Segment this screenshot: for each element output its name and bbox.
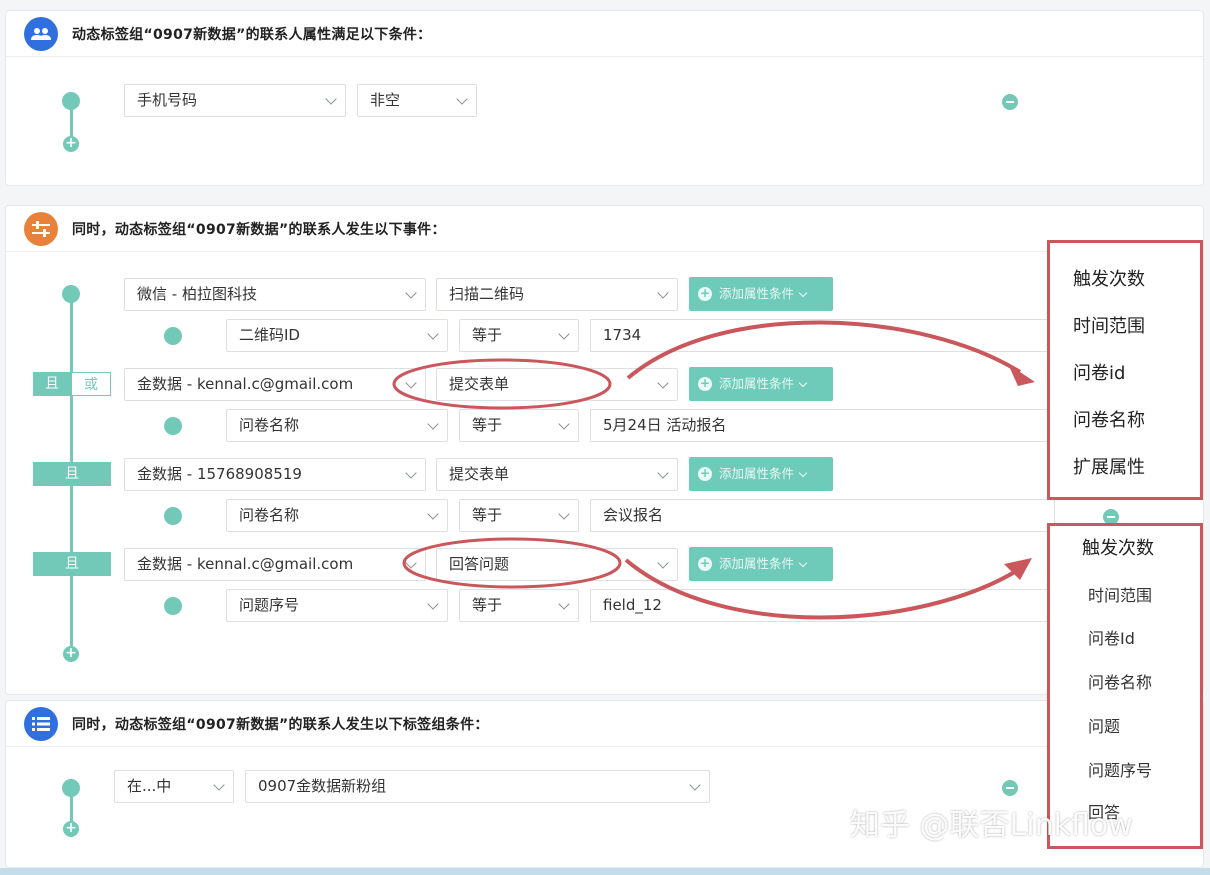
chevron-down-icon	[427, 508, 439, 520]
list-item: 问卷Id	[1088, 629, 1135, 648]
event-source-select[interactable]: 金数据 - 15768908519	[124, 458, 426, 491]
tag-group-select[interactable]: 0907金数据新粉组	[245, 770, 710, 803]
chevron-down-icon	[657, 377, 669, 389]
chevron-down-icon	[657, 287, 669, 299]
add-attribute-condition-button[interactable]: + 添加属性条件	[689, 367, 833, 401]
event-type-select[interactable]: 提交表单	[436, 368, 678, 401]
watermark-text: 知乎 @联否Linkflow	[850, 808, 1133, 843]
list-item: 问卷名称	[1073, 410, 1145, 431]
condition-value-input[interactable]: 5月24日 活动报名	[590, 409, 1055, 442]
condition-attribute-select[interactable]: 问卷名称	[226, 499, 448, 532]
chevron-down-icon	[798, 558, 808, 568]
card-header: 动态标签组“0907新数据”的联系人属性满足以下条件：	[6, 11, 1203, 57]
logic-and-toggle[interactable]: 且	[33, 372, 71, 396]
plus-icon: +	[698, 556, 712, 571]
condition-value-input[interactable]: 1734	[590, 319, 1055, 352]
logic-and-toggle[interactable]: 且	[33, 552, 111, 576]
timeline-node	[62, 285, 80, 303]
condition-node	[164, 597, 182, 615]
chevron-down-icon	[405, 467, 417, 479]
logic-and-toggle[interactable]: 且	[33, 462, 111, 486]
chevron-down-icon	[798, 378, 808, 388]
list-item: 问卷id	[1073, 363, 1126, 384]
list-item: 触发次数	[1082, 538, 1154, 559]
operator-select[interactable]: 非空	[357, 84, 477, 117]
chevron-down-icon	[325, 93, 337, 105]
attribute-select[interactable]: 手机号码	[124, 84, 346, 117]
chevron-down-icon	[558, 418, 570, 430]
list-item: 时间范围	[1073, 316, 1145, 337]
timeline-node	[62, 779, 80, 797]
condition-node	[164, 327, 182, 345]
list-icon	[24, 706, 58, 741]
chevron-down-icon	[798, 468, 808, 478]
event-type-select[interactable]: 扫描二维码	[436, 278, 678, 311]
chevron-down-icon	[427, 418, 439, 430]
card-header: 同时，动态标签组“0907新数据”的联系人发生以下事件：	[6, 206, 1203, 252]
add-condition-plus-icon[interactable]: +	[63, 821, 79, 837]
chevron-down-icon	[405, 377, 417, 389]
chevron-down-icon	[798, 288, 808, 298]
chevron-down-icon	[657, 467, 669, 479]
list-item: 扩展属性	[1073, 457, 1145, 478]
list-item: 问题	[1088, 717, 1121, 736]
condition-node	[164, 417, 182, 435]
remove-condition-minus-icon[interactable]	[1002, 780, 1018, 796]
condition-operator-select[interactable]: 等于	[459, 319, 579, 352]
card-title: 动态标签组“0907新数据”的联系人属性满足以下条件：	[72, 26, 432, 43]
membership-operator-select[interactable]: 在...中	[114, 770, 234, 803]
chevron-down-icon	[427, 598, 439, 610]
add-attribute-condition-button[interactable]: + 添加属性条件	[689, 547, 833, 581]
chevron-down-icon	[456, 93, 468, 105]
card-title: 同时，动态标签组“0907新数据”的联系人发生以下事件：	[72, 221, 446, 238]
condition-attribute-select[interactable]: 问卷名称	[226, 409, 448, 442]
list-item: 问卷名称	[1088, 673, 1153, 692]
condition-operator-select[interactable]: 等于	[459, 409, 579, 442]
card-title: 同时，动态标签组“0907新数据”的联系人发生以下标签组条件：	[72, 716, 489, 733]
add-attribute-condition-button[interactable]: + 添加属性条件	[689, 277, 833, 311]
chevron-down-icon	[558, 598, 570, 610]
condition-operator-select[interactable]: 等于	[459, 499, 579, 532]
event-source-select[interactable]: 金数据 - kennal.c@gmail.com	[124, 548, 426, 581]
chevron-down-icon	[558, 508, 570, 520]
event-source-select[interactable]: 金数据 - kennal.c@gmail.com	[124, 368, 426, 401]
condition-attribute-select[interactable]: 问题序号	[226, 589, 448, 622]
list-item: 触发次数	[1073, 269, 1145, 290]
plus-icon: +	[698, 466, 712, 481]
condition-operator-select[interactable]: 等于	[459, 589, 579, 622]
chevron-down-icon	[213, 779, 225, 791]
condition-node	[164, 507, 182, 525]
remove-condition-minus-icon[interactable]	[1002, 94, 1018, 110]
add-attribute-condition-button[interactable]: + 添加属性条件	[689, 457, 833, 491]
chevron-down-icon	[427, 328, 439, 340]
chevron-down-icon	[405, 287, 417, 299]
sliders-icon	[24, 211, 58, 246]
chevron-down-icon	[689, 779, 701, 791]
chevron-down-icon	[657, 557, 669, 569]
chevron-down-icon	[558, 328, 570, 340]
add-condition-plus-icon[interactable]: +	[63, 136, 79, 152]
logic-or-toggle[interactable]: 或	[71, 372, 111, 396]
add-event-plus-icon[interactable]: +	[63, 646, 79, 662]
chevron-down-icon	[405, 557, 417, 569]
timeline-node	[62, 92, 80, 110]
condition-value-input[interactable]: 会议报名	[590, 499, 1055, 532]
plus-icon: +	[698, 286, 712, 301]
plus-icon: +	[698, 376, 712, 391]
list-item: 问题序号	[1088, 761, 1153, 780]
event-source-select[interactable]: 微信 - 柏拉图科技	[124, 278, 426, 311]
people-icon	[24, 16, 58, 51]
event-type-select[interactable]: 回答问题	[436, 548, 678, 581]
list-item: 时间范围	[1088, 586, 1153, 605]
condition-attribute-select[interactable]: 二维码ID	[226, 319, 448, 352]
condition-value-input[interactable]: field_12	[590, 589, 1055, 622]
bottom-strip	[0, 868, 1210, 875]
event-attribute-list-submit: 触发次数 时间范围 问卷id 问卷名称 扩展属性	[1047, 240, 1203, 500]
event-type-select[interactable]: 提交表单	[436, 458, 678, 491]
card-header: 同时，动态标签组“0907新数据”的联系人发生以下标签组条件：	[6, 701, 1203, 747]
